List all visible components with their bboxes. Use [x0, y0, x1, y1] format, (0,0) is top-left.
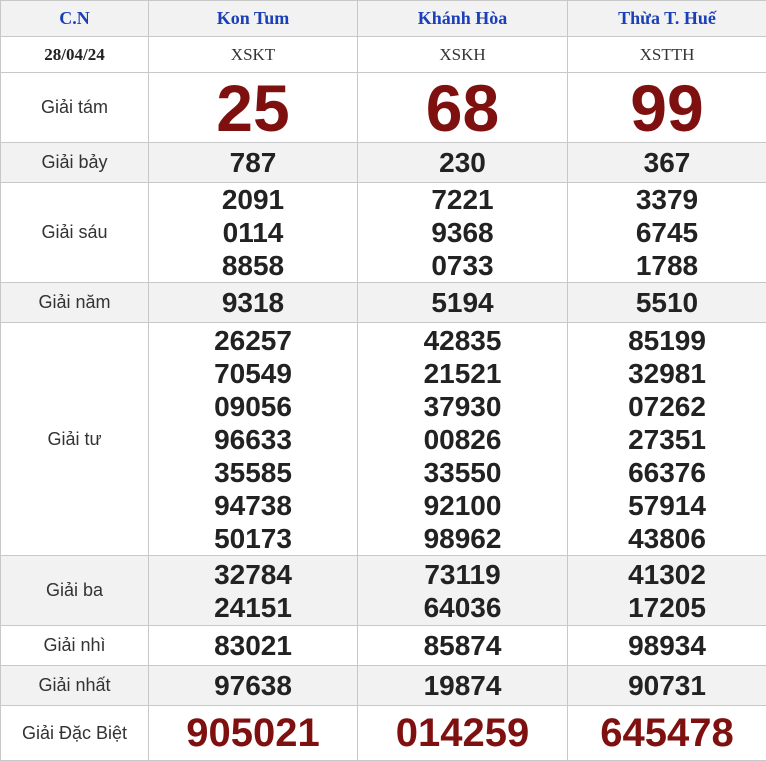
- prize-value: 905021: [149, 706, 358, 761]
- province-header-row: C.N Kon Tum Khánh Hòa Thừa T. Huế: [1, 1, 766, 37]
- prize-value: 98934: [568, 626, 766, 666]
- prize-value: 64036: [358, 591, 567, 624]
- prize-label: Giải Đặc Biệt: [1, 706, 149, 761]
- prize-value: 230: [358, 143, 568, 183]
- prize-value: 27351: [568, 423, 766, 456]
- code-khanh-hoa: XSKH: [358, 37, 568, 73]
- prize-value: 73119: [358, 558, 567, 591]
- prize-value: 32981: [568, 357, 766, 390]
- prize-row-ba: Giải ba 32784 24151 73119 64036 41302 17…: [1, 556, 766, 626]
- prize-value: 1788: [568, 249, 766, 282]
- prize-value: 19874: [358, 666, 568, 706]
- prize-value: 17205: [568, 591, 766, 624]
- prize-values: 2091 0114 8858: [149, 183, 358, 283]
- prize-value: 85874: [358, 626, 568, 666]
- prize-label: Giải ba: [1, 556, 149, 626]
- prize-value: 2091: [149, 183, 357, 216]
- prize-value: 83021: [149, 626, 358, 666]
- code-kon-tum: XSKT: [149, 37, 358, 73]
- prize-label: Giải sáu: [1, 183, 149, 283]
- prize-value: 0733: [358, 249, 567, 282]
- prize-value: 24151: [149, 591, 357, 624]
- prize-value: 37930: [358, 390, 567, 423]
- draw-date: 28/04/24: [1, 37, 149, 73]
- prize-value: 98962: [358, 522, 567, 555]
- prize-value: 25: [149, 73, 358, 143]
- prize-value: 66376: [568, 456, 766, 489]
- prize-label: Giải năm: [1, 283, 149, 323]
- prize-value: 26257: [149, 324, 357, 357]
- code-row: 28/04/24 XSKT XSKH XSTTH: [1, 37, 766, 73]
- province-link-kon-tum[interactable]: Kon Tum: [149, 1, 358, 37]
- prize-value: 6745: [568, 216, 766, 249]
- prize-label: Giải tám: [1, 73, 149, 143]
- prize-value: 00826: [358, 423, 567, 456]
- prize-row-dac-biet: Giải Đặc Biệt 905021 014259 645478: [1, 706, 766, 761]
- province-link-khanh-hoa[interactable]: Khánh Hòa: [358, 1, 568, 37]
- prize-row-bay: Giải bảy 787 230 367: [1, 143, 766, 183]
- prize-label: Giải bảy: [1, 143, 149, 183]
- prize-values: 3379 6745 1788: [568, 183, 766, 283]
- prize-value: 85199: [568, 324, 766, 357]
- code-thua-thien-hue: XSTTH: [568, 37, 766, 73]
- day-label: C.N: [1, 1, 149, 37]
- prize-value: 99: [568, 73, 766, 143]
- prize-value: 09056: [149, 390, 357, 423]
- prize-value: 35585: [149, 456, 357, 489]
- prize-value: 787: [149, 143, 358, 183]
- prize-row-nhat: Giải nhất 97638 19874 90731: [1, 666, 766, 706]
- prize-value: 94738: [149, 489, 357, 522]
- prize-label: Giải tư: [1, 323, 149, 556]
- prize-values: 26257 70549 09056 96633 35585 94738 5017…: [149, 323, 358, 556]
- prize-value: 9368: [358, 216, 567, 249]
- prize-values: 42835 21521 37930 00826 33550 92100 9896…: [358, 323, 568, 556]
- prize-value: 32784: [149, 558, 357, 591]
- prize-value: 57914: [568, 489, 766, 522]
- prize-value: 68: [358, 73, 568, 143]
- prize-value: 33550: [358, 456, 567, 489]
- prize-value: 42835: [358, 324, 567, 357]
- prize-values: 7221 9368 0733: [358, 183, 568, 283]
- prize-value: 21521: [358, 357, 567, 390]
- prize-row-tu: Giải tư 26257 70549 09056 96633 35585 94…: [1, 323, 766, 556]
- prize-label: Giải nhì: [1, 626, 149, 666]
- prize-value: 5510: [568, 283, 766, 323]
- prize-values: 41302 17205: [568, 556, 766, 626]
- prize-row-tam: Giải tám 25 68 99: [1, 73, 766, 143]
- prize-value: 41302: [568, 558, 766, 591]
- prize-value: 50173: [149, 522, 357, 555]
- prize-value: 3379: [568, 183, 766, 216]
- prize-value: 43806: [568, 522, 766, 555]
- prize-values: 85199 32981 07262 27351 66376 57914 4380…: [568, 323, 766, 556]
- prize-value: 014259: [358, 706, 568, 761]
- prize-value: 96633: [149, 423, 357, 456]
- prize-value: 90731: [568, 666, 766, 706]
- prize-value: 9318: [149, 283, 358, 323]
- prize-row-nhi: Giải nhì 83021 85874 98934: [1, 626, 766, 666]
- prize-values: 73119 64036: [358, 556, 568, 626]
- prize-value: 92100: [358, 489, 567, 522]
- province-link-thua-thien-hue[interactable]: Thừa T. Huế: [568, 1, 766, 37]
- prize-value: 70549: [149, 357, 357, 390]
- prize-value: 97638: [149, 666, 358, 706]
- prize-row-nam: Giải năm 9318 5194 5510: [1, 283, 766, 323]
- prize-value: 367: [568, 143, 766, 183]
- prize-row-sau: Giải sáu 2091 0114 8858 7221 9368 0733 3…: [1, 183, 766, 283]
- prize-value: 7221: [358, 183, 567, 216]
- prize-value: 0114: [149, 216, 357, 249]
- prize-value: 07262: [568, 390, 766, 423]
- prize-label: Giải nhất: [1, 666, 149, 706]
- prize-value: 8858: [149, 249, 357, 282]
- prize-value: 5194: [358, 283, 568, 323]
- prize-value: 645478: [568, 706, 766, 761]
- prize-values: 32784 24151: [149, 556, 358, 626]
- lottery-results-table: C.N Kon Tum Khánh Hòa Thừa T. Huế 28/04/…: [0, 0, 766, 761]
